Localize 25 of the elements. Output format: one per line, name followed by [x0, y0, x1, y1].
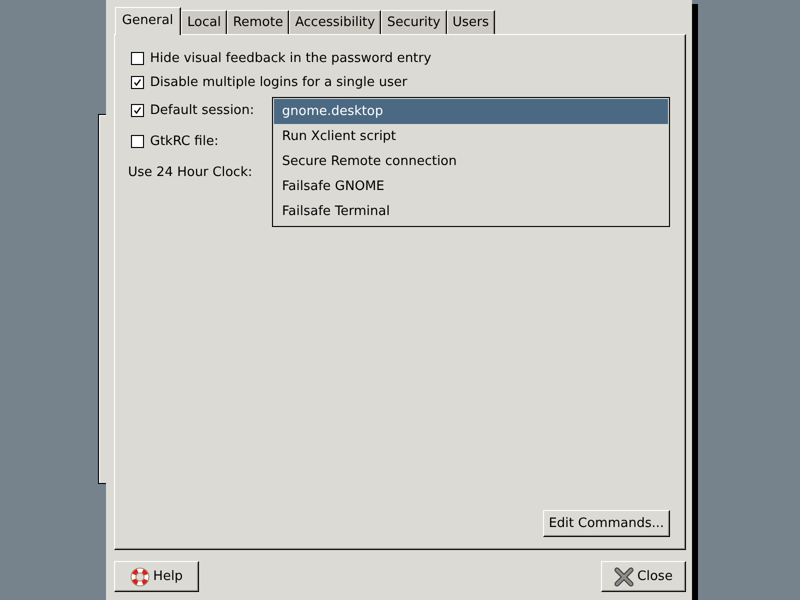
tab[interactable]: Accessibility: [289, 10, 382, 34]
checkbox[interactable]: [131, 52, 144, 64]
checkbox-label[interactable]: Disable multiple logins for a single user: [150, 74, 408, 90]
lifebuoy-icon: [130, 566, 150, 586]
edit-commands-button[interactable]: Edit Commands...: [542, 510, 670, 537]
close-button[interactable]: Close: [601, 561, 686, 592]
help-button[interactable]: Help: [114, 561, 199, 592]
tab[interactable]: Users: [446, 10, 495, 34]
list-item[interactable]: gnome.desktop: [274, 99, 668, 124]
field-label: Use 24 Hour Clock:: [128, 164, 252, 180]
checkbox-label[interactable]: Hide visual feedback in the password entry: [150, 50, 432, 66]
tab[interactable]: Remote: [226, 10, 290, 34]
checkbox-label[interactable]: GtkRC file:: [150, 134, 218, 148]
list-item[interactable]: Failsafe Terminal: [274, 199, 668, 224]
checkbox[interactable]: [131, 134, 144, 148]
checkbox[interactable]: [131, 76, 144, 88]
list-item[interactable]: Run Xclient script: [274, 124, 668, 149]
tab[interactable]: Security: [381, 10, 446, 34]
list-item[interactable]: Secure Remote connection: [274, 149, 668, 174]
checkbox[interactable]: [131, 104, 144, 116]
checkbox-label[interactable]: Default session:: [150, 102, 254, 118]
tab[interactable]: General: [115, 7, 182, 35]
close-icon: [614, 566, 634, 586]
tab[interactable]: Local: [181, 10, 227, 34]
list-item[interactable]: Failsafe GNOME: [274, 174, 668, 199]
